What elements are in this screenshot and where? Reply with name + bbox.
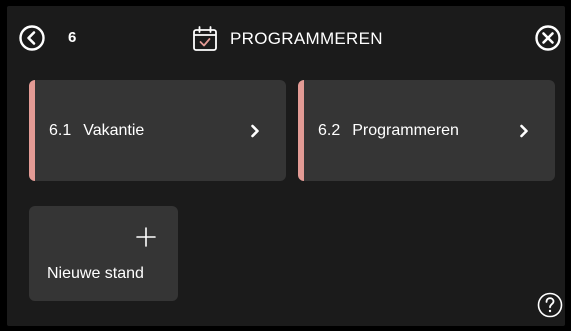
tile-number: 6.1 <box>49 121 72 139</box>
tile-text: Vakantie <box>83 121 145 139</box>
close-button[interactable] <box>534 24 562 52</box>
tile-accent <box>298 80 304 181</box>
back-button[interactable] <box>18 24 46 52</box>
close-circle-icon <box>535 25 561 51</box>
page-title: PROGRAMMEREN <box>230 29 383 48</box>
tile-accent <box>29 80 35 181</box>
help-button[interactable] <box>536 291 564 319</box>
menu-number: 6 <box>68 29 77 46</box>
calendar-check-icon <box>190 24 220 54</box>
tile-number: 6.2 <box>318 121 341 139</box>
page-header: PROGRAMMEREN <box>190 24 383 54</box>
tile-label: 6.1 Vakantie <box>49 80 144 181</box>
menu-tile-programmeren[interactable]: 6.2 Programmeren <box>298 80 555 181</box>
screen: 6 PROGRAMMEREN 6.1 Vakantie 6.2 Programm… <box>7 6 565 326</box>
help-circle-icon <box>537 292 563 318</box>
chevron-left-circle-icon <box>19 25 45 51</box>
tile-label: 6.2 Programmeren <box>318 80 459 181</box>
add-new-tile[interactable]: Nieuwe stand <box>29 206 178 301</box>
plus-icon <box>136 227 156 247</box>
tile-text: Programmeren <box>352 121 459 139</box>
chevron-right-icon <box>250 80 260 181</box>
chevron-right-icon <box>519 80 529 181</box>
menu-tile-vakantie[interactable]: 6.1 Vakantie <box>29 80 286 181</box>
add-new-label: Nieuwe stand <box>47 265 144 282</box>
